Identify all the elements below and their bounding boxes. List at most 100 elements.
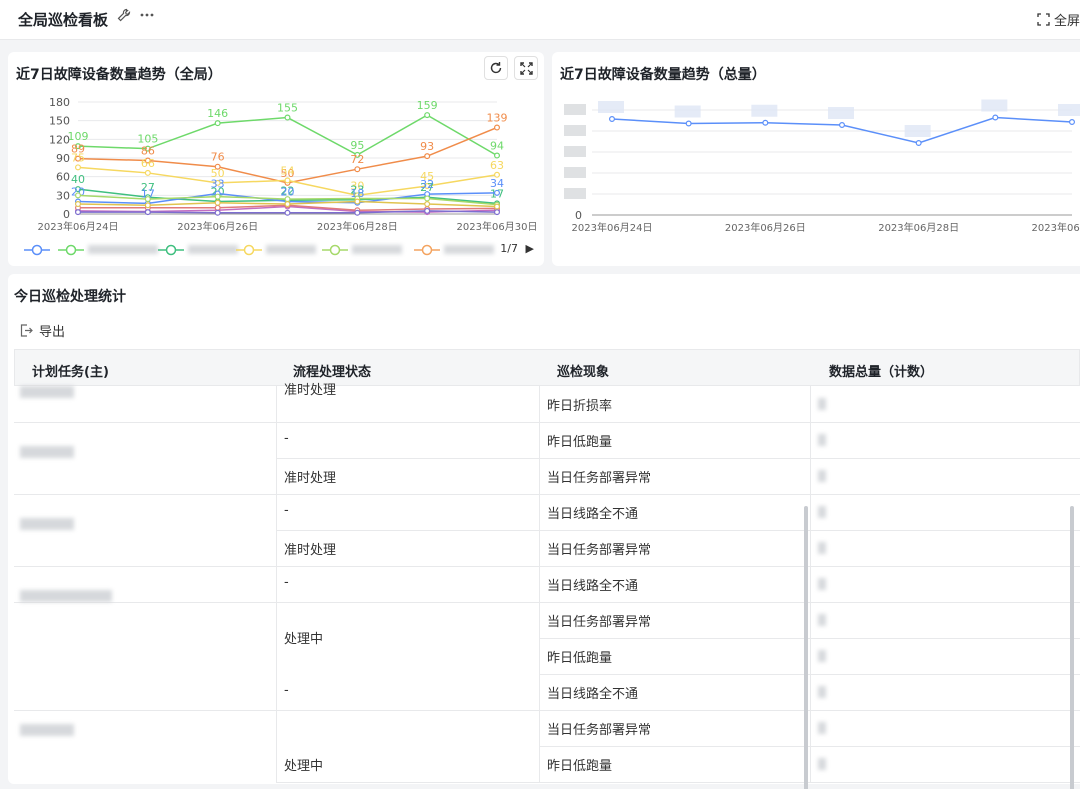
data-point[interactable] — [1068, 118, 1075, 125]
fullscreen-button[interactable]: 全屏 — [1037, 10, 1080, 29]
legend-next-icon[interactable]: ▶ — [526, 242, 534, 255]
table-scrollbar-right[interactable] — [1070, 506, 1074, 789]
chart-card-total: 近7日故障设备数量趋势（总量） 0 2023年06月24日 2023年06月26日 2… — [552, 52, 1080, 266]
data-point[interactable] — [74, 192, 81, 199]
data-point[interactable] — [284, 177, 291, 184]
table-scrollbar[interactable] — [804, 506, 808, 789]
data-point[interactable] — [284, 209, 291, 216]
column-divider — [810, 386, 811, 782]
data-label: 109 — [68, 130, 89, 143]
data-point[interactable] — [214, 204, 221, 211]
export-button[interactable]: 导出 — [20, 321, 65, 340]
data-point[interactable] — [608, 115, 615, 122]
count-cell-redacted — [818, 506, 826, 518]
legend-marker-icon — [322, 244, 348, 256]
export-label: 导出 — [39, 325, 66, 340]
y-tick-label: 0 — [575, 209, 582, 222]
wrench-icon[interactable] — [117, 8, 131, 26]
col-header-total[interactable]: 数据总量（计数） — [829, 361, 933, 380]
data-point[interactable] — [214, 193, 221, 200]
x-tick-label: 2023年06月28日 — [878, 221, 959, 234]
data-label: 93 — [420, 140, 434, 153]
col-header-status[interactable]: 流程处理状态 — [293, 361, 371, 380]
y-tick-label-redacted — [564, 188, 586, 199]
column-divider — [276, 386, 277, 782]
row-divider — [276, 530, 1080, 531]
task-name-redacted — [20, 446, 74, 458]
x-tick-label: 2023年06月30日 — [1032, 221, 1080, 234]
data-point[interactable] — [424, 112, 431, 119]
y-tick-label-redacted — [564, 146, 586, 157]
legend-item[interactable] — [236, 242, 316, 256]
page-title: 全局巡检看板 — [18, 11, 109, 29]
col-header-phenomenon[interactable]: 巡检现象 — [557, 361, 609, 380]
data-point[interactable] — [74, 209, 81, 216]
row-divider — [14, 602, 1080, 603]
series-line — [611, 116, 1073, 144]
data-point[interactable] — [494, 124, 501, 131]
data-point[interactable] — [915, 139, 922, 146]
legend-item[interactable] — [414, 242, 494, 256]
y-tick-label: 30 — [56, 189, 70, 202]
y-tick-label: 150 — [49, 115, 70, 128]
data-label: 155 — [277, 102, 298, 115]
data-label-redacted — [904, 125, 931, 137]
data-point[interactable] — [762, 119, 769, 126]
data-point[interactable] — [839, 121, 846, 128]
status-cell: - — [284, 683, 289, 698]
data-point[interactable] — [214, 120, 221, 127]
data-point[interactable] — [284, 201, 291, 208]
stats-table: 计划任务(主) 流程处理状态 巡检现象 数据总量（计数） 昨日折损率 准时处理 昨日… — [14, 349, 1080, 789]
data-point[interactable] — [424, 207, 431, 214]
task-name-redacted — [20, 386, 74, 398]
legend-marker-icon — [236, 244, 262, 256]
data-point[interactable] — [424, 201, 431, 208]
data-point[interactable] — [494, 203, 501, 210]
data-point[interactable] — [494, 189, 501, 196]
data-label: 34 — [490, 177, 504, 190]
legend-item[interactable] — [58, 242, 158, 256]
fullscreen-icon — [1037, 13, 1050, 26]
data-point[interactable] — [144, 202, 151, 209]
status-cell: 准时处理 — [284, 543, 337, 558]
data-point[interactable] — [144, 209, 151, 216]
data-point[interactable] — [494, 152, 501, 159]
status-cell: - — [284, 431, 289, 446]
legend-item[interactable] — [24, 242, 50, 256]
data-point[interactable] — [74, 201, 81, 208]
x-tick-label: 2023年06月30日 — [457, 220, 538, 233]
legend-item[interactable] — [322, 242, 402, 256]
data-point[interactable] — [494, 209, 501, 216]
data-point[interactable] — [354, 198, 361, 205]
status-cell: 处理中 — [284, 632, 324, 647]
legend-item[interactable] — [158, 242, 238, 256]
data-label: 63 — [490, 159, 504, 172]
phenomenon-cell: 当日任务部署异常 — [547, 543, 652, 558]
data-point[interactable] — [992, 114, 999, 121]
data-point[interactable] — [214, 199, 221, 206]
data-label: 54 — [281, 164, 295, 177]
data-point[interactable] — [424, 195, 431, 202]
data-point[interactable] — [74, 164, 81, 171]
more-icon[interactable] — [139, 8, 155, 26]
data-point[interactable] — [144, 196, 151, 203]
phenomenon-cell: 当日任务部署异常 — [547, 615, 652, 630]
data-point[interactable] — [685, 120, 692, 127]
legend-label-redacted — [88, 245, 158, 254]
table-header: 计划任务(主) 流程处理状态 巡检现象 数据总量（计数） — [14, 349, 1080, 386]
y-tick-label: 60 — [56, 171, 70, 184]
data-point[interactable] — [424, 153, 431, 160]
row-divider — [14, 494, 1080, 495]
data-point[interactable] — [354, 209, 361, 216]
data-point[interactable] — [144, 169, 151, 176]
y-tick-label: 180 — [49, 96, 70, 109]
data-label-redacted — [981, 99, 1008, 112]
x-tick-label: 2023年06月28日 — [317, 220, 398, 233]
row-divider — [276, 458, 1080, 459]
data-point[interactable] — [214, 209, 221, 216]
data-point[interactable] — [284, 196, 291, 203]
top-bar: 全局巡检看板 全屏 — [0, 0, 1080, 40]
data-point[interactable] — [284, 114, 291, 121]
data-point[interactable] — [354, 166, 361, 173]
col-header-task[interactable]: 计划任务(主) — [32, 361, 109, 380]
